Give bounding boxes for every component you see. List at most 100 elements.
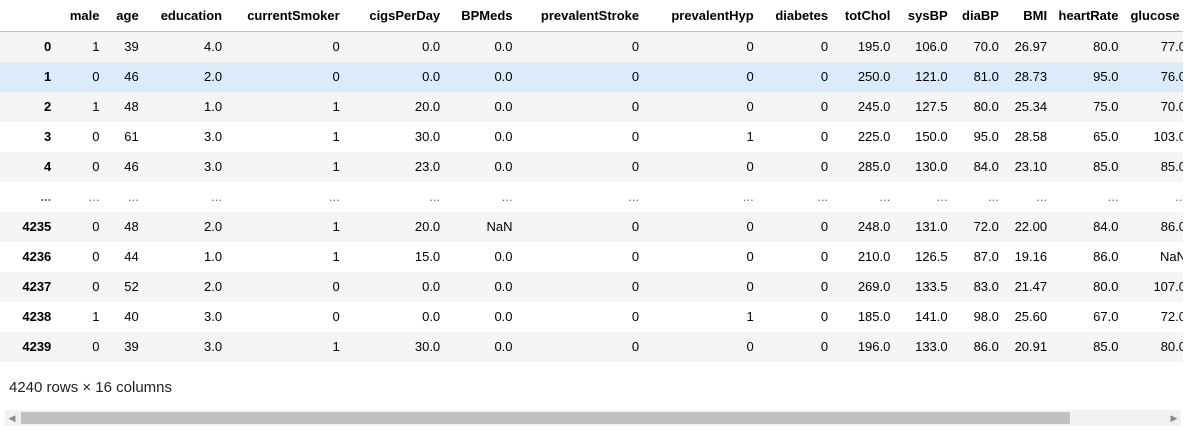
table-cell: 77.0 <box>1160 39 1183 54</box>
table-cell: 0 <box>92 129 100 144</box>
table-cell: 3.0 <box>204 309 223 324</box>
table-cell: 25.60 <box>1014 309 1048 324</box>
table-row: 1 0 46 2.0 0 0.0 0.0 0 0 0 250.0 121.0 81.0 28.73 95.0… <box>0 62 1183 92</box>
table-cell: 0 <box>92 279 100 294</box>
table-cell: ... <box>328 189 340 204</box>
table-cell: 130.0 <box>915 159 948 174</box>
table-cell: 0 <box>820 39 829 54</box>
table-row: 4 0 46 3.0 1 23.0 0.0 0 0 0 285.0 130.0 84.0 23.10 85.… <box>0 152 1183 182</box>
table-cell: ... <box>936 189 948 204</box>
table-cell: 0.0 <box>494 279 513 294</box>
table-cell: 98.0 <box>973 309 999 324</box>
table-cell: ... <box>211 189 223 204</box>
column-header: prevalentHyp <box>645 0 760 32</box>
column-header: diaBP <box>953 0 1005 32</box>
table-cell: 86.0 <box>973 339 999 354</box>
table-cell: 0.0 <box>494 99 513 114</box>
table-cell: ... <box>1175 189 1183 204</box>
table-cell: 84.0 <box>1093 219 1119 234</box>
table-row: 4239 0 39 3.0 1 30.0 0.0 0 0 0 196.0 133.0 86.0 20.91… <box>0 332 1183 362</box>
column-header: heartRate <box>1053 0 1125 32</box>
row-index: 1 <box>44 69 52 84</box>
table-cell: 1 <box>92 309 100 324</box>
table-cell: 67.0 <box>1093 309 1119 324</box>
table-cell: 26.97 <box>1014 39 1048 54</box>
scroll-left-arrow-icon[interactable]: ◀ <box>5 410 19 426</box>
table-cell: 4.0 <box>204 39 223 54</box>
table-cell: 0 <box>746 39 754 54</box>
table-cell: 1 <box>92 39 100 54</box>
table-cell: 84.0 <box>973 159 999 174</box>
table-cell: ... <box>1107 189 1119 204</box>
table-cell: ... <box>127 189 139 204</box>
table-cell: 0 <box>631 309 640 324</box>
table-cell: 0.0 <box>422 39 441 54</box>
table-row: 0 1 39 4.0 0 0.0 0.0 0 0 0 195.0 106.0 70.0 26.97 80.0… <box>0 31 1183 62</box>
table-cell: 0.0 <box>494 129 513 144</box>
dataframe-container: male age education currentSmoker cigsPer… <box>0 0 1183 366</box>
table-cell: 0 <box>332 39 340 54</box>
table-cell: 20.0 <box>414 219 441 234</box>
table-cell: 0 <box>746 159 754 174</box>
table-cell: 80.0 <box>1160 339 1183 354</box>
table-cell: 86.0 <box>1093 249 1119 264</box>
table-row: 4237 0 52 2.0 0 0.0 0.0 0 0 0 269.0 133.5 83.0 21.47 8… <box>0 272 1183 302</box>
table-cell: 1 <box>746 129 754 144</box>
table-cell: 80.0 <box>1093 39 1119 54</box>
notebook-output: male age education currentSmoker cigsPer… <box>0 0 1200 430</box>
table-cell: 85.0 <box>1093 339 1119 354</box>
table-cell: 269.0 <box>857 279 891 294</box>
table-cell: 85.0 <box>1160 159 1183 174</box>
table-cell: 0 <box>820 309 829 324</box>
table-cell: 75.0 <box>1093 99 1119 114</box>
table-row: 2 1 48 1.0 1 20.0 0.0 0 0 0 245.0 127.5 80.0 25.34 75.… <box>0 92 1183 122</box>
table-row: 4235 0 48 2.0 1 20.0 NaN 0 0 0 248.0 131.0 72.0 22.00… <box>0 212 1183 242</box>
table-cell: 0 <box>631 339 640 354</box>
table-cell: 0.0 <box>494 39 513 54</box>
table-cell: 0 <box>820 219 829 234</box>
table-cell: 3.0 <box>204 159 223 174</box>
table-cell: 0 <box>820 249 829 264</box>
table-cell: 1 <box>332 249 340 264</box>
table-cell: 95.0 <box>1093 69 1119 84</box>
table-cell: 0 <box>820 69 829 84</box>
column-header: BMI <box>1004 0 1054 32</box>
table-cell: 133.0 <box>915 339 948 354</box>
column-header: age <box>105 0 145 32</box>
table-cell: ... <box>88 189 100 204</box>
table-row: 3 0 61 3.0 1 30.0 0.0 0 1 0 225.0 150.0 95.0 28.58 65.… <box>0 122 1183 152</box>
table-cell: 2.0 <box>204 279 223 294</box>
table-cell: 40 <box>124 309 139 324</box>
table-cell: 1.0 <box>204 249 223 264</box>
table-cell: 0 <box>746 219 754 234</box>
table-cell: 1 <box>92 99 100 114</box>
table-cell: 0 <box>631 99 640 114</box>
table-cell: ... <box>1036 189 1048 204</box>
scroll-right-arrow-icon[interactable]: ▶ <box>1167 410 1181 426</box>
table-cell: 131.0 <box>915 219 948 234</box>
table-cell: 20.0 <box>414 99 441 114</box>
column-header: education <box>144 0 229 32</box>
table-cell: 0.0 <box>494 69 513 84</box>
index-header <box>0 0 58 32</box>
table-cell: 126.5 <box>915 249 948 264</box>
table-cell: 0 <box>631 69 640 84</box>
header-row: male age education currentSmoker cigsPer… <box>0 0 1183 32</box>
horizontal-scrollbar[interactable]: ◀ ▶ <box>5 410 1181 426</box>
table-cell: 185.0 <box>857 309 891 324</box>
table-cell: 0.0 <box>494 339 513 354</box>
table-cell: 1.0 <box>204 99 223 114</box>
scrollbar-thumb[interactable] <box>21 412 1070 424</box>
table-cell: ... <box>429 189 441 204</box>
table-cell: 46 <box>124 69 139 84</box>
row-index: 4236 <box>22 249 52 264</box>
table-cell: 107.0 <box>1153 279 1183 294</box>
column-header: prevalentStroke <box>518 0 646 32</box>
table-cell: 0 <box>746 99 754 114</box>
table-cell: 85.0 <box>1093 159 1119 174</box>
table-cell: 0 <box>631 39 640 54</box>
table-cell: ... <box>742 189 754 204</box>
table-cell: 0 <box>332 279 340 294</box>
column-header: totChol <box>834 0 897 32</box>
table-cell: 83.0 <box>973 279 999 294</box>
